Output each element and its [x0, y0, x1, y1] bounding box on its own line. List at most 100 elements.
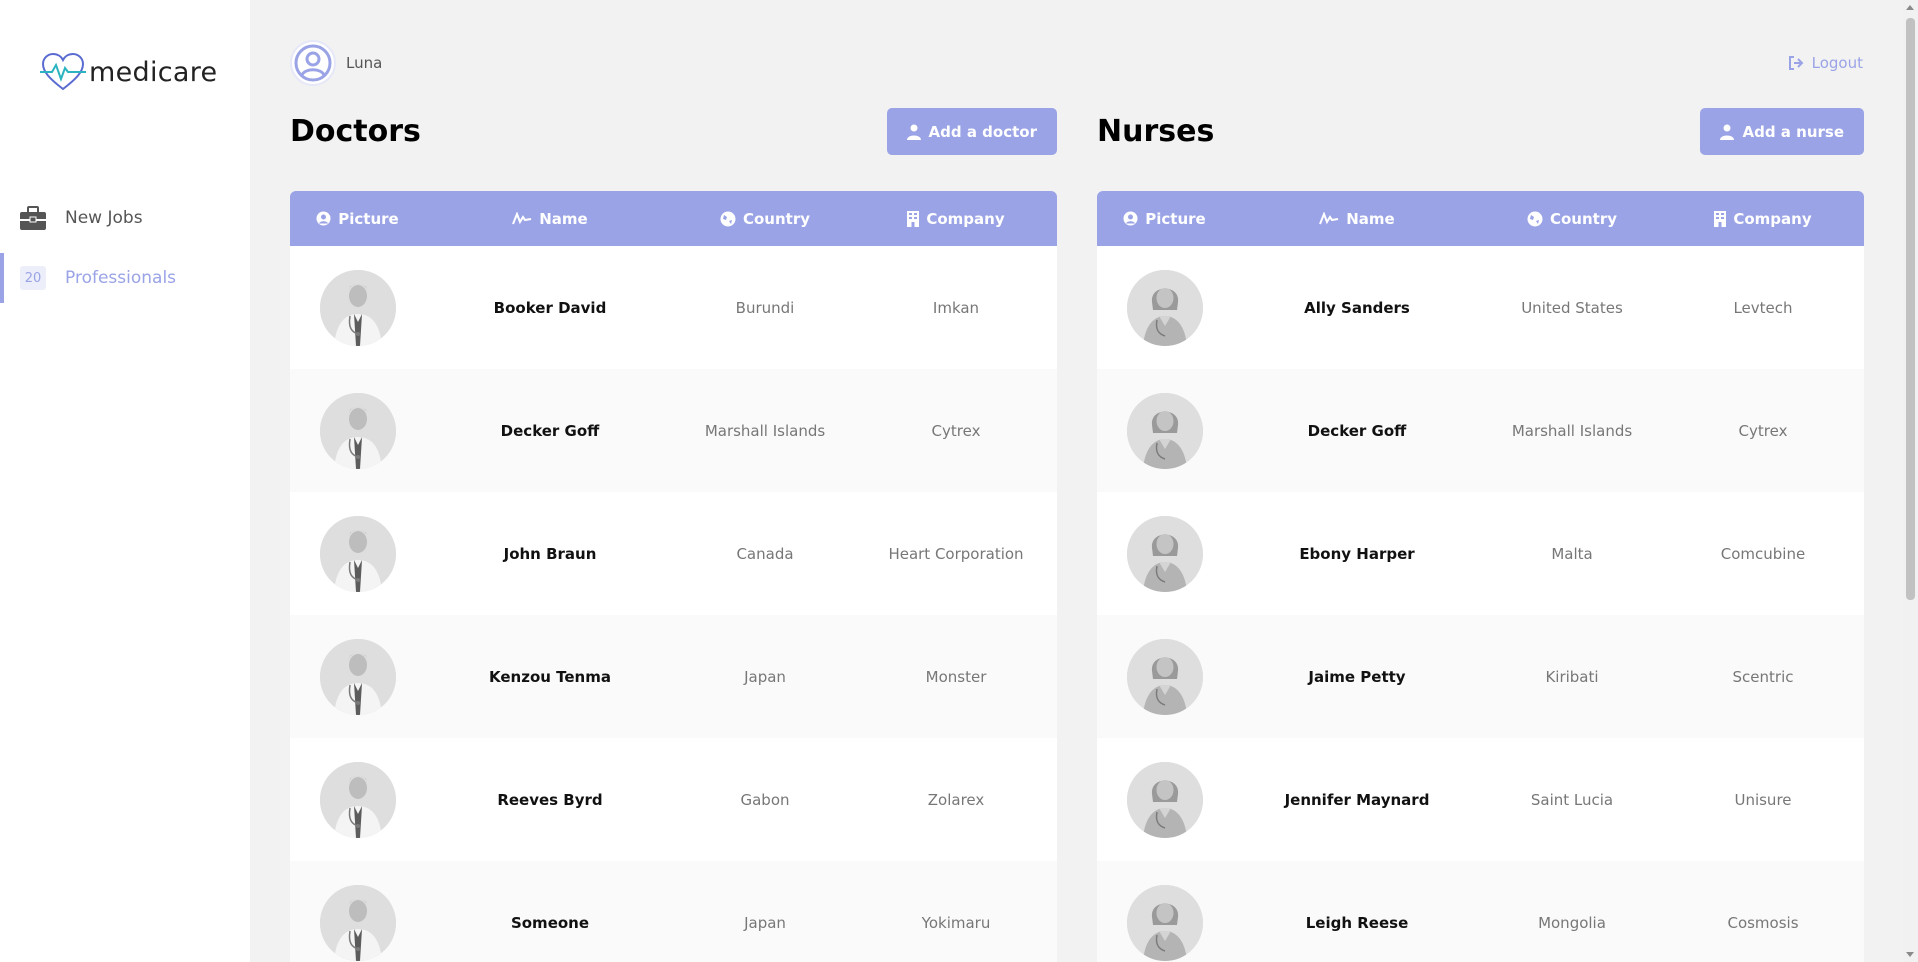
country-cell: Japan [744, 913, 786, 932]
add-doctor-button[interactable]: Add a doctor [886, 108, 1057, 155]
nurses-title: Nurses [1097, 114, 1215, 149]
picture-cell [1097, 269, 1232, 346]
table-body: Ally Sanders United States Levtech Decker G… [1097, 246, 1864, 962]
user-doctor-icon [906, 124, 921, 140]
picture-cell [1097, 761, 1232, 838]
table-row[interactable]: Ebony Harper Malta Comcubine [1097, 492, 1864, 615]
name-cell: Leigh Reese [1305, 913, 1409, 932]
table-header: Picture Name Country Company [290, 191, 1057, 246]
table-row[interactable]: John Braun Canada Heart Corporation [290, 492, 1057, 615]
name-cell: Reeves Byrd [497, 790, 603, 809]
heart-pulse-icon [40, 52, 86, 91]
picture-cell [1097, 392, 1232, 469]
table-row[interactable]: Booker David Burundi Imkan [290, 246, 1057, 369]
company-cell: Cosmosis [1727, 913, 1799, 932]
company-cell: Levtech [1733, 298, 1793, 317]
name-cell: Ally Sanders [1304, 298, 1410, 317]
company-cell: Scentric [1732, 667, 1794, 686]
table-row[interactable]: Kenzou Tenma Japan Monster [290, 615, 1057, 738]
picture-cell [290, 392, 425, 469]
country-cell: Saint Lucia [1530, 790, 1614, 809]
doctors-table: Picture Name Country Company Booker Davi… [290, 191, 1057, 962]
logout-button[interactable]: Logout [1788, 54, 1863, 72]
sidebar-item-professionals[interactable]: 20 Professionals [0, 253, 250, 303]
picture-cell [290, 761, 425, 838]
scroll-up-arrow-icon[interactable] [1906, 5, 1914, 10]
globe-icon [720, 211, 736, 226]
company-cell: Zolarex [927, 790, 985, 809]
table-row[interactable]: Someone Japan Yokimaru [290, 861, 1057, 962]
column-header-picture[interactable]: Picture [1097, 210, 1232, 228]
company-cell: Heart Corporation [888, 544, 1024, 563]
table-row[interactable]: Ally Sanders United States Levtech [1097, 246, 1864, 369]
nurse-avatar [1126, 392, 1203, 469]
column-label: Company [926, 209, 1005, 228]
country-cell: United States [1521, 298, 1623, 317]
column-label: Name [1346, 209, 1395, 228]
picture-cell [290, 515, 425, 592]
scroll-thumb[interactable] [1906, 18, 1915, 600]
doctor-avatar [319, 761, 396, 838]
company-cell: Yokimaru [921, 913, 991, 932]
picture-cell [290, 269, 425, 346]
scroll-down-arrow-icon[interactable] [1906, 952, 1914, 957]
country-cell: Canada [736, 544, 794, 563]
company-cell: Cytrex [931, 421, 981, 440]
nurse-avatar [1126, 638, 1203, 715]
country-cell: Marshall Islands [704, 421, 826, 440]
column-header-company[interactable]: Company [1662, 210, 1864, 228]
name-cell: Kenzou Tenma [489, 667, 611, 686]
column-label: Company [1733, 209, 1812, 228]
logout-label: Logout [1811, 54, 1863, 72]
table-body: Booker David Burundi Imkan Decker Goff Marsh… [290, 246, 1057, 962]
page-scrollbar[interactable] [1903, 0, 1918, 962]
table-row[interactable]: Reeves Byrd Gabon Zolarex [290, 738, 1057, 861]
nurse-avatar [1126, 269, 1203, 346]
table-row[interactable]: Decker Goff Marshall Islands Cytrex [1097, 369, 1864, 492]
country-cell: Kiribati [1545, 667, 1599, 686]
signature-icon [1319, 211, 1339, 224]
column-header-company[interactable]: Company [855, 210, 1057, 228]
name-cell: Ebony Harper [1299, 544, 1415, 563]
logo[interactable]: medicare [40, 52, 217, 92]
country-cell: Burundi [735, 298, 795, 317]
picture-cell [290, 884, 425, 961]
doctor-avatar [319, 392, 396, 469]
user-menu[interactable]: Luna [290, 40, 382, 86]
count-badge: 20 [20, 266, 46, 290]
column-header-country[interactable]: Country [675, 210, 855, 228]
column-label: Name [539, 209, 588, 228]
country-cell: Japan [744, 667, 786, 686]
avatar[interactable] [290, 40, 336, 86]
column-label: Picture [1145, 209, 1206, 228]
user-circle-icon [294, 44, 332, 82]
table-row[interactable]: Jaime Petty Kiribati Scentric [1097, 615, 1864, 738]
building-icon [907, 210, 920, 227]
country-cell: Gabon [740, 790, 790, 809]
country-cell: Mongolia [1538, 913, 1606, 932]
column-header-picture[interactable]: Picture [290, 210, 425, 228]
add-nurse-label: Add a nurse [1742, 122, 1844, 141]
user-nurse-icon [1720, 124, 1735, 140]
name-cell: Jaime Petty [1308, 667, 1406, 686]
company-cell: Cytrex [1738, 421, 1788, 440]
column-header-name[interactable]: Name [425, 210, 675, 228]
nurses-table: Picture Name Country Company Ally Sander… [1097, 191, 1864, 962]
name-cell: Someone [510, 913, 590, 932]
company-cell: Unisure [1734, 790, 1792, 809]
doctor-avatar [319, 884, 396, 961]
table-row[interactable]: Jennifer Maynard Saint Lucia Unisure [1097, 738, 1864, 861]
column-label: Country [742, 209, 811, 228]
country-cell: Malta [1551, 544, 1593, 563]
column-header-country[interactable]: Country [1482, 210, 1662, 228]
company-cell: Comcubine [1720, 544, 1806, 563]
nurse-avatar [1126, 761, 1203, 838]
table-row[interactable]: Decker Goff Marshall Islands Cytrex [290, 369, 1057, 492]
table-row[interactable]: Leigh Reese Mongolia Cosmosis [1097, 861, 1864, 962]
doctors-title: Doctors [290, 114, 421, 149]
add-nurse-button[interactable]: Add a nurse [1700, 108, 1864, 155]
sidebar-item-new-jobs[interactable]: New Jobs [0, 193, 250, 243]
doctor-avatar [319, 638, 396, 715]
sign-out-icon [1788, 56, 1804, 70]
column-header-name[interactable]: Name [1232, 210, 1482, 228]
